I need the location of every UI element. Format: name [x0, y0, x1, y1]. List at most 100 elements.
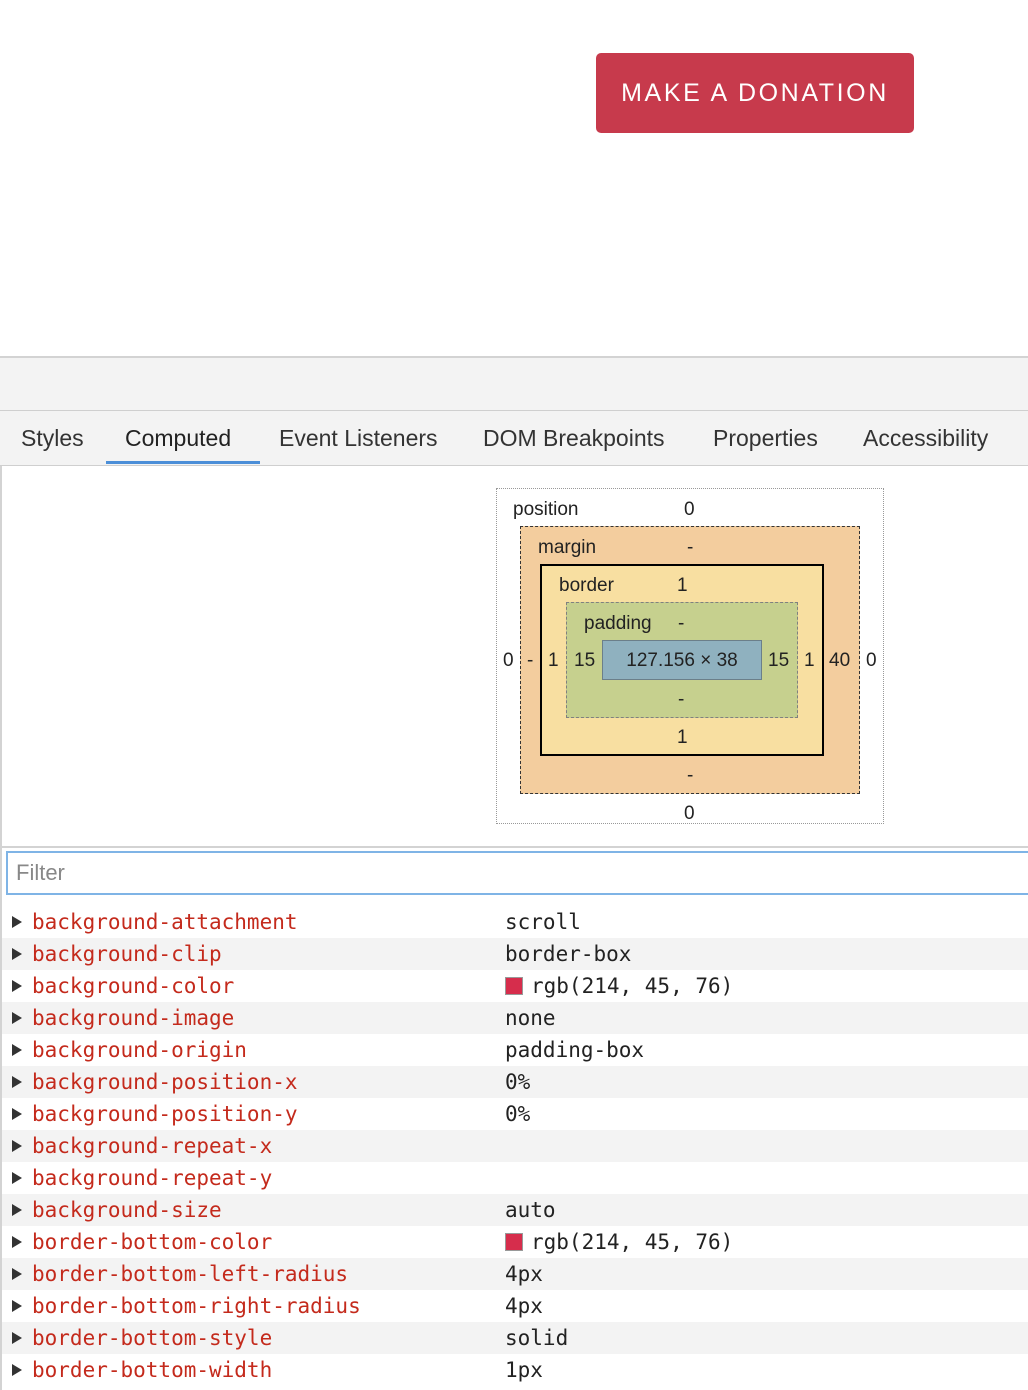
padding-top-value: -: [678, 613, 685, 634]
tab-properties[interactable]: Properties: [713, 411, 818, 465]
filter-box: [6, 851, 1028, 895]
property-value: solid: [505, 1322, 568, 1354]
tab-computed[interactable]: Computed: [125, 411, 231, 465]
expand-arrow-icon[interactable]: [12, 1012, 22, 1024]
property-value: auto: [505, 1194, 556, 1226]
border-left-value: 1: [548, 650, 559, 671]
property-value: rgb(214, 45, 76): [505, 1226, 733, 1258]
property-name: background-position-y: [32, 1102, 298, 1126]
position-label: position: [513, 499, 579, 520]
property-value-text: rgb(214, 45, 76): [531, 974, 734, 998]
property-value-text: 0%: [505, 1102, 531, 1126]
computed-property-row[interactable]: border-bottom-style solid: [2, 1322, 1028, 1354]
color-swatch-icon[interactable]: [505, 1233, 523, 1251]
padding-label: padding: [584, 613, 652, 634]
property-name: background-attachment: [32, 910, 298, 934]
computed-property-row[interactable]: background-origin padding-box: [2, 1034, 1028, 1066]
property-value-text: 4px: [505, 1262, 543, 1286]
property-value: padding-box: [505, 1034, 644, 1066]
property-name: border-bottom-left-radius: [32, 1262, 349, 1286]
margin-bottom-value: -: [687, 765, 694, 786]
border-right-value: 1: [804, 650, 815, 671]
tab-styles[interactable]: Styles: [21, 411, 84, 465]
property-value: 0%: [505, 1098, 530, 1130]
property-value: 1px: [505, 1354, 543, 1386]
padding-left-value: 15: [574, 650, 596, 671]
property-name: border-bottom-color: [32, 1230, 273, 1254]
computed-property-row[interactable]: border-bottom-color rgb(214, 45, 76): [2, 1226, 1028, 1258]
property-value-text: border-box: [505, 942, 632, 966]
expand-arrow-icon[interactable]: [12, 980, 22, 992]
devtools-toolbar-strip: [0, 358, 1028, 410]
padding-right-value: 15: [768, 650, 790, 671]
expand-arrow-icon[interactable]: [12, 1204, 22, 1216]
padding-bottom-value: -: [678, 689, 685, 710]
border-top-value: 1: [677, 575, 688, 596]
active-tab-indicator: [106, 461, 260, 464]
computed-property-row[interactable]: background-attachment scroll: [2, 906, 1028, 938]
property-name: background-repeat-y: [32, 1166, 273, 1190]
property-value-text: auto: [505, 1198, 556, 1222]
property-value: border-box: [505, 938, 631, 970]
property-name: background-color: [32, 974, 235, 998]
computed-property-row[interactable]: border-bottom-right-radius 4px: [2, 1290, 1028, 1322]
filter-input[interactable]: [16, 853, 916, 893]
computed-property-row[interactable]: background-repeat-x: [2, 1130, 1028, 1162]
computed-property-row[interactable]: background-position-y 0%: [2, 1098, 1028, 1130]
panel-divider: [2, 846, 1028, 848]
expand-arrow-icon[interactable]: [12, 1364, 22, 1376]
position-top-value: 0: [684, 499, 695, 520]
expand-arrow-icon[interactable]: [12, 1332, 22, 1344]
computed-property-row[interactable]: background-repeat-y: [2, 1162, 1028, 1194]
computed-property-row[interactable]: background-image none: [2, 1002, 1028, 1034]
content-size: 127.156 × 38: [626, 650, 738, 671]
expand-arrow-icon[interactable]: [12, 1300, 22, 1312]
position-right-value: 0: [866, 650, 877, 671]
property-value-text: 0%: [505, 1070, 531, 1094]
property-value-text: solid: [505, 1326, 569, 1350]
property-name: background-size: [32, 1198, 222, 1222]
expand-arrow-icon[interactable]: [12, 1172, 22, 1184]
position-left-value: 0: [503, 650, 514, 671]
position-bottom-value: 0: [684, 803, 695, 824]
expand-arrow-icon[interactable]: [12, 1236, 22, 1248]
make-a-donation-button[interactable]: MAKE A DONATION: [596, 53, 914, 133]
property-name: background-image: [32, 1006, 235, 1030]
property-name: background-origin: [32, 1038, 247, 1062]
margin-top-value: -: [687, 537, 694, 558]
computed-property-row[interactable]: background-size auto: [2, 1194, 1028, 1226]
expand-arrow-icon[interactable]: [12, 916, 22, 928]
border-bottom-value: 1: [677, 727, 688, 748]
computed-property-row[interactable]: background-color rgb(214, 45, 76): [2, 970, 1028, 1002]
property-name: border-bottom-right-radius: [32, 1294, 361, 1318]
tab-accessibility[interactable]: Accessibility: [863, 411, 988, 465]
property-name: border-bottom-style: [32, 1326, 273, 1350]
property-name: background-clip: [32, 942, 222, 966]
margin-left-value: -: [527, 650, 534, 671]
border-label: border: [559, 575, 614, 596]
expand-arrow-icon[interactable]: [12, 1140, 22, 1152]
tab-event-listeners[interactable]: Event Listeners: [279, 411, 438, 465]
expand-arrow-icon[interactable]: [12, 1076, 22, 1088]
property-value-text: 4px: [505, 1294, 543, 1318]
computed-property-row[interactable]: background-clip border-box: [2, 938, 1028, 970]
property-name: border-bottom-width: [32, 1358, 273, 1382]
expand-arrow-icon[interactable]: [12, 1268, 22, 1280]
property-value-text: scroll: [505, 910, 581, 934]
computed-property-row[interactable]: border-bottom-left-radius 4px: [2, 1258, 1028, 1290]
expand-arrow-icon[interactable]: [12, 948, 22, 960]
computed-property-row[interactable]: border-bottom-width 1px: [2, 1354, 1028, 1386]
property-value: 4px: [505, 1290, 543, 1322]
expand-arrow-icon[interactable]: [12, 1108, 22, 1120]
devtools-tabbar: Styles Computed Event Listeners DOM Brea…: [0, 410, 1028, 466]
property-value-text: padding-box: [505, 1038, 645, 1062]
expand-arrow-icon[interactable]: [12, 1044, 22, 1056]
property-name: background-position-x: [32, 1070, 298, 1094]
page-viewport: MAKE A DONATION: [0, 0, 1028, 356]
margin-label: margin: [538, 537, 597, 558]
property-value-text: none: [505, 1006, 556, 1030]
computed-property-row[interactable]: background-position-x 0%: [2, 1066, 1028, 1098]
property-value: 4px: [505, 1258, 543, 1290]
tab-dom-breakpoints[interactable]: DOM Breakpoints: [483, 411, 665, 465]
color-swatch-icon[interactable]: [505, 977, 523, 995]
